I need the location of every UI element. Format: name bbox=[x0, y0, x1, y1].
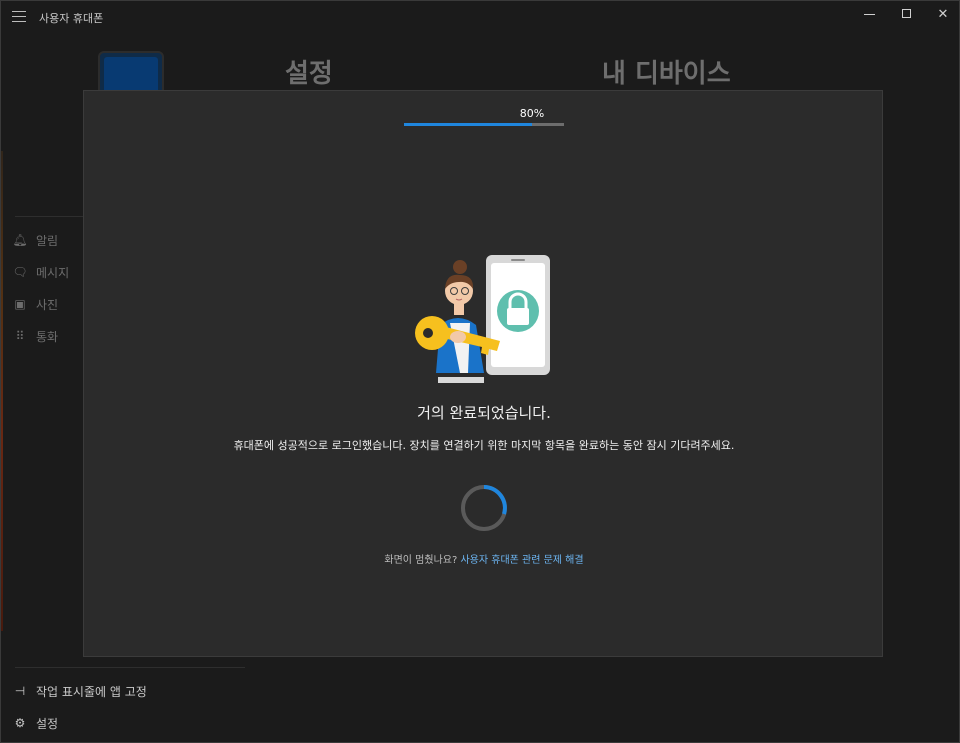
progress-percent: 80% bbox=[519, 107, 545, 120]
sidebar-item-label: 메시지 bbox=[36, 265, 70, 280]
close-button[interactable]: ✕ bbox=[925, 1, 960, 29]
close-icon: ✕ bbox=[937, 7, 949, 22]
help-text: 화면이 멈췄나요? 사용자 휴대폰 관련 문제 해결 bbox=[84, 551, 884, 566]
maximize-button[interactable] bbox=[889, 1, 925, 29]
minimize-button[interactable] bbox=[852, 1, 888, 29]
sidebar-item-label: 알림 bbox=[36, 233, 59, 248]
hamburger-menu-icon[interactable] bbox=[12, 11, 26, 23]
bell-icon: 🔔︎ bbox=[12, 233, 28, 247]
progress-bar bbox=[404, 123, 564, 126]
sidebar-item-calls[interactable]: ⠿ 통화 bbox=[12, 326, 59, 346]
side-edge-stripe bbox=[1, 151, 3, 631]
setup-dialog: 80% 거의 완료되었습니다. 휴대폰에 성공적으로 로그인했습니다. 장치를 … bbox=[83, 90, 883, 657]
gear-icon: ⚙ bbox=[14, 716, 26, 730]
sidebar-item-messages[interactable]: 🗨︎ 메시지 bbox=[12, 262, 69, 282]
sidebar-bottom-divider bbox=[15, 667, 245, 668]
pin-to-taskbar-button[interactable]: ⊣ 작업 표시줄에 앱 고정 bbox=[12, 681, 147, 701]
troubleshoot-link[interactable]: 사용자 휴대폰 관련 문제 해결 bbox=[460, 555, 583, 566]
help-prefix: 화면이 멈췄나요? bbox=[384, 555, 458, 566]
sidebar-item-label: 통화 bbox=[36, 329, 59, 344]
progress-bar-fill bbox=[404, 123, 532, 126]
settings-label: 설정 bbox=[36, 716, 59, 731]
sidebar-item-label: 사진 bbox=[36, 297, 59, 312]
settings-heading: 설정 bbox=[285, 59, 333, 89]
dialog-heading: 거의 완료되었습니다. bbox=[417, 404, 551, 422]
chat-icon: 🗨︎ bbox=[12, 265, 28, 279]
title-bar: 사용자 휴대폰 ✕ bbox=[1, 1, 959, 33]
dialpad-icon: ⠿ bbox=[15, 329, 25, 343]
maximize-icon bbox=[902, 9, 911, 18]
settings-button[interactable]: ⚙ 설정 bbox=[12, 713, 58, 733]
photo-icon: ▣ bbox=[14, 297, 26, 311]
my-devices-heading: 내 디바이스 bbox=[602, 59, 731, 89]
pin-icon: ⊣ bbox=[14, 684, 26, 698]
app-title: 사용자 휴대폰 bbox=[39, 12, 104, 25]
phone-unlock-illustration bbox=[415, 255, 550, 383]
sidebar-item-notifications[interactable]: 🔔︎ 알림 bbox=[12, 230, 58, 250]
minimize-icon bbox=[864, 14, 875, 15]
dialog-description: 휴대폰에 성공적으로 로그인했습니다. 장치를 연결하기 위한 마지막 항목을 … bbox=[233, 439, 735, 452]
app-window: 설정 내 디바이스 🔔︎ 알림 🗨︎ 메시지 ▣ 사진 ⠿ 통화 ⊣ 작업 표시… bbox=[0, 0, 960, 743]
sidebar-item-photos[interactable]: ▣ 사진 bbox=[12, 294, 58, 314]
loading-spinner bbox=[461, 485, 507, 531]
pin-to-taskbar-label: 작업 표시줄에 앱 고정 bbox=[36, 684, 147, 699]
